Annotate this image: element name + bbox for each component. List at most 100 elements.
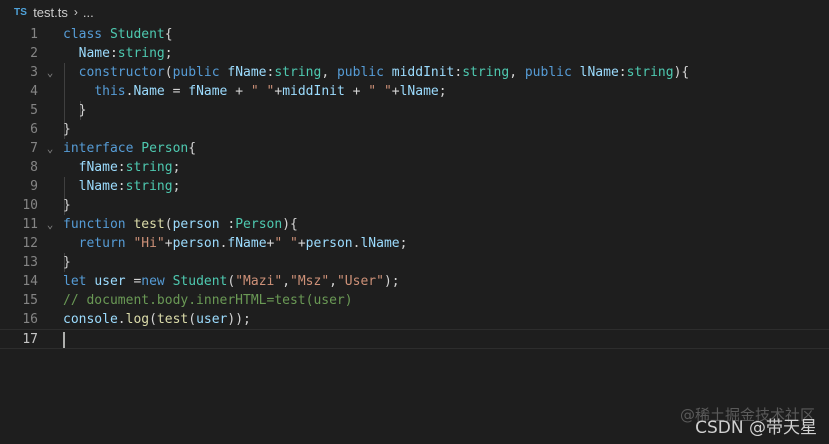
code-line[interactable]: 6} (0, 120, 829, 139)
code-line[interactable]: 4 this.Name = fName + " "+middInit + " "… (0, 82, 829, 101)
code-text: fName:string; (63, 158, 181, 177)
line-number: 11 (22, 217, 38, 232)
code-token: : (117, 179, 126, 194)
code-token: Person (141, 141, 189, 156)
code-text: this.Name = fName + " "+middInit + " "+l… (63, 82, 446, 101)
line-number: 6 (30, 122, 38, 137)
code-line[interactable]: 5 } (0, 101, 829, 120)
code-line[interactable]: 16 console.log(test(user)); (0, 310, 829, 329)
breadcrumb-symbol[interactable]: ... (83, 5, 94, 20)
code-token: ){ (673, 65, 690, 80)
code-token: ( (164, 217, 173, 232)
line-number: 12 (22, 236, 38, 251)
code-token: string (125, 160, 173, 175)
code-line[interactable]: 10} (0, 196, 829, 215)
code-token: constructor (78, 65, 165, 80)
code-token: user (94, 274, 134, 289)
code-token: "Hi" (133, 236, 165, 251)
code-text: } (63, 120, 71, 139)
code-line[interactable]: 9 lName:string; (0, 177, 829, 196)
code-token: ( (188, 312, 197, 327)
code-token: fName (227, 236, 267, 251)
code-token: ; (399, 236, 408, 251)
code-token: ( (164, 65, 173, 80)
code-text: // document.body.innerHTML=test(user) (63, 291, 353, 310)
code-text: interface Person{ (63, 139, 196, 158)
code-token: function (63, 217, 134, 232)
code-token: ; (172, 160, 181, 175)
code-line[interactable]: 8 fName:string; (0, 158, 829, 177)
code-token: string (274, 65, 322, 80)
code-token: Name (78, 46, 110, 61)
line-number: 17 (22, 332, 38, 347)
code-line[interactable]: 12 return "Hi"+person.fName+" "+person.l… (0, 234, 829, 253)
fold-chevron-icon[interactable]: ⌄ (43, 215, 57, 234)
code-token: interface (63, 141, 142, 156)
code-token: )); (227, 312, 251, 327)
code-line[interactable]: 7 ⌄ interface Person{ (0, 139, 829, 158)
fold-chevron-icon[interactable]: ⌄ (43, 63, 57, 82)
code-line[interactable]: 1 class Student{ (0, 25, 829, 44)
line-number: 5 (30, 103, 38, 118)
code-editor[interactable]: 1 class Student{2 Name:string; 3 ⌄ construc… (0, 24, 829, 444)
code-line[interactable]: 15 // document.body.innerHTML=test(user) (0, 291, 829, 310)
line-number: 10 (22, 198, 38, 213)
code-token: } (63, 255, 71, 270)
line-number: 7 (30, 141, 38, 156)
code-token: : (618, 65, 627, 80)
code-token: public (524, 65, 580, 80)
code-token: { (188, 141, 197, 156)
line-number: 16 (22, 312, 38, 327)
code-token: ; (172, 179, 181, 194)
breadcrumb-file[interactable]: test.ts (33, 5, 68, 20)
code-text: let user =new Student("Mazi","Msz","User… (63, 272, 400, 291)
code-line[interactable]: 3 ⌄ constructor(public fName:string, publ… (0, 63, 829, 82)
line-number: 3 (30, 65, 38, 80)
code-token: " " (250, 84, 275, 99)
breadcrumb: TS test.ts › ... (0, 0, 829, 24)
code-token: + (227, 84, 251, 99)
code-token: return (78, 236, 134, 251)
code-token: + (164, 236, 173, 251)
chevron-right-icon: › (73, 5, 78, 19)
code-token: } (63, 103, 87, 118)
line-number: 14 (22, 274, 38, 289)
code-text: function test(person :Person){ (63, 215, 298, 234)
code-token: lName (399, 84, 439, 99)
code-line[interactable]: 13} (0, 253, 829, 272)
code-token: : (109, 46, 118, 61)
code-line[interactable]: 11 ⌄ function test(person :Person){ (0, 215, 829, 234)
line-number: 4 (30, 84, 38, 99)
code-token: "Msz" (290, 274, 330, 289)
code-token: ){ (282, 217, 298, 232)
code-token: let (63, 274, 95, 289)
fold-chevron-icon[interactable]: ⌄ (43, 139, 57, 158)
code-token: , (509, 65, 525, 80)
code-token: ( (149, 312, 157, 327)
code-token: middInit (391, 65, 455, 80)
code-line[interactable]: 14 let user =new Student("Mazi","Msz","Us… (0, 272, 829, 291)
code-text: constructor(public fName:string, public … (63, 63, 690, 82)
code-line[interactable]: 2 Name:string; (0, 44, 829, 63)
code-line[interactable]: 17 (0, 329, 829, 349)
code-token: Student (172, 274, 228, 289)
code-token: person (305, 236, 353, 251)
code-token: fName (78, 160, 118, 175)
code-token: class (63, 27, 110, 42)
code-text: class Student{ (63, 25, 173, 44)
typescript-file-icon: TS (14, 6, 28, 18)
code-token: lName (360, 236, 400, 251)
code-token: middInit (282, 84, 345, 99)
code-token: { (164, 27, 173, 42)
code-token: = (164, 84, 189, 99)
code-token: user (196, 312, 228, 327)
code-token: " " (368, 84, 392, 99)
code-token: + (344, 84, 369, 99)
code-text: } (63, 253, 71, 272)
code-token: " " (274, 236, 298, 251)
